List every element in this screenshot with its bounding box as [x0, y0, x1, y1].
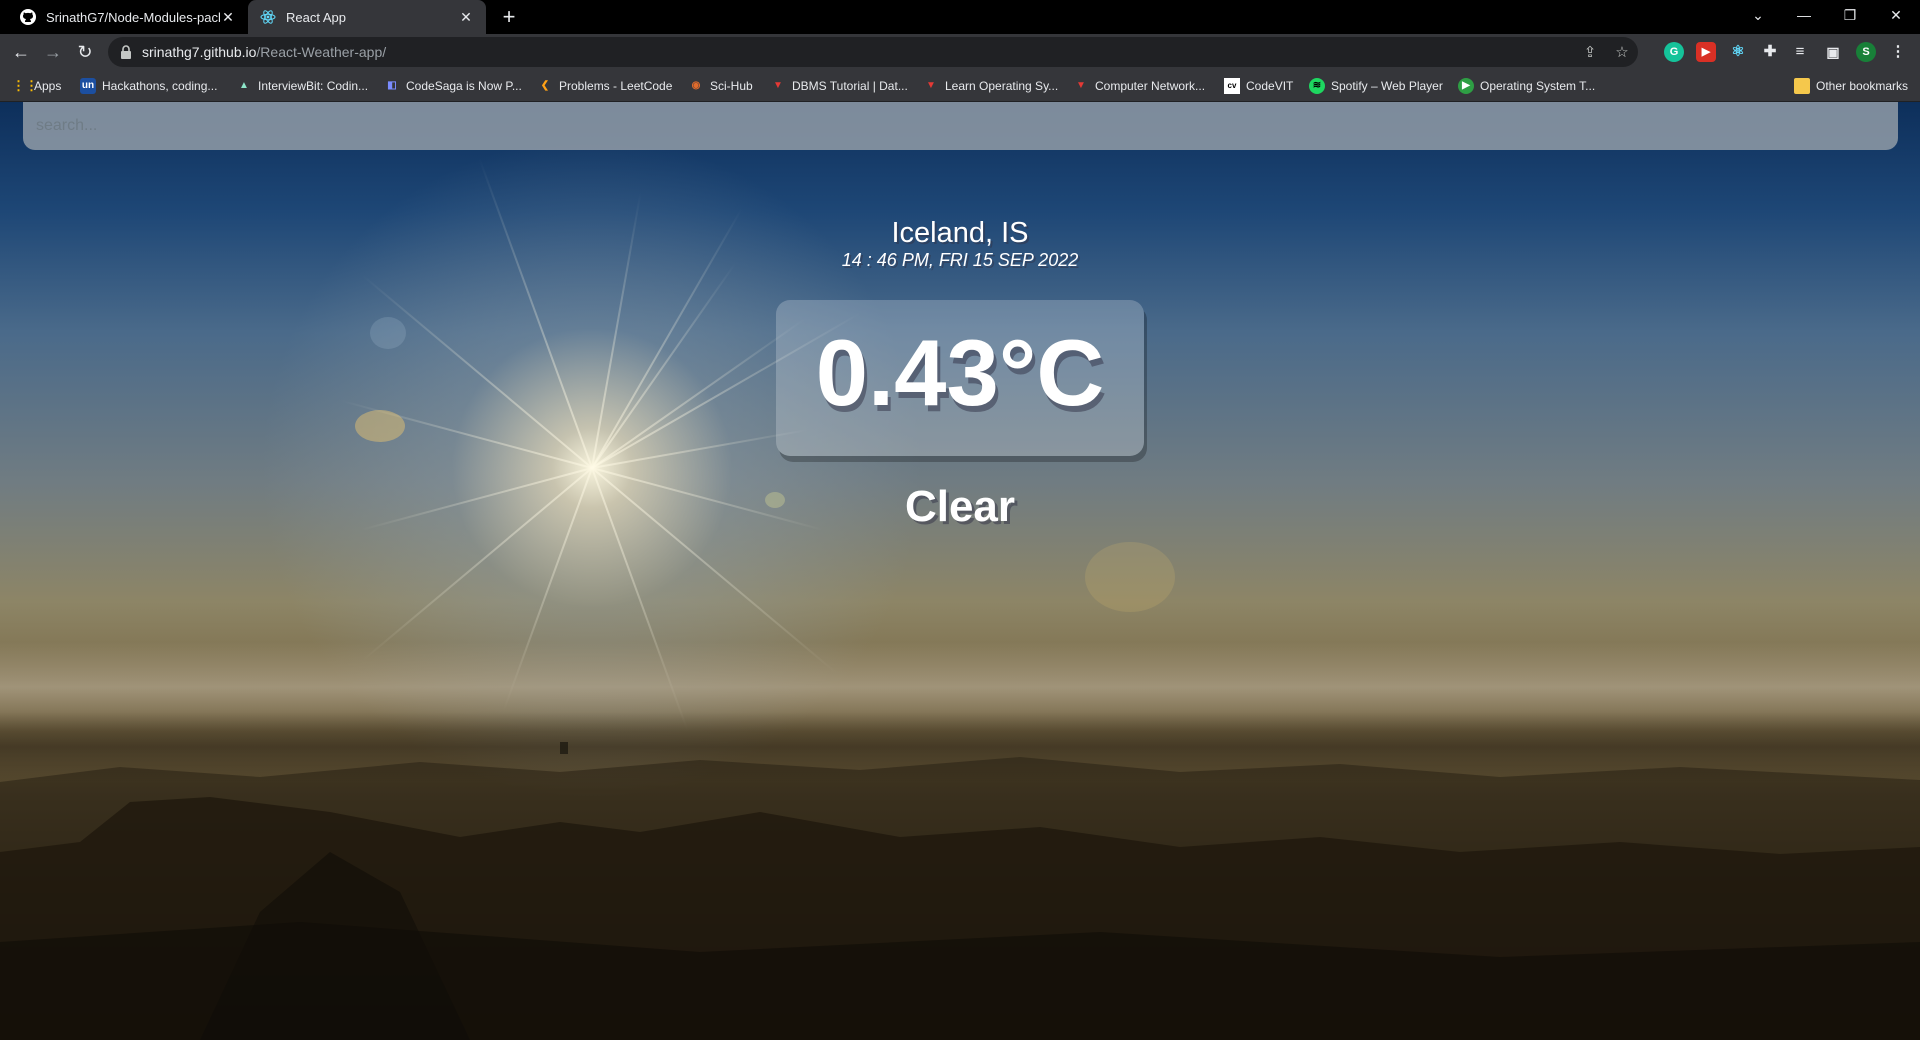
- spotify-icon: ≋: [1309, 78, 1325, 94]
- bookmark-codevit[interactable]: cv CodeVIT: [1224, 70, 1293, 102]
- close-window-icon[interactable]: ✕: [1873, 0, 1919, 34]
- weather-condition: Clear: [904, 482, 1016, 531]
- menu-kebab-icon[interactable]: ⋮: [1888, 42, 1908, 62]
- bookmark-spotify[interactable]: ≋ Spotify – Web Player: [1309, 70, 1443, 102]
- share-icon[interactable]: ⇪: [1574, 43, 1606, 61]
- bookmark-label: CodeSaga is Now P...: [406, 79, 522, 93]
- tab-search-icon[interactable]: ⌄: [1735, 0, 1781, 34]
- bookmark-label: Operating System T...: [1480, 79, 1596, 93]
- back-icon[interactable]: ←: [9, 40, 33, 64]
- url-path: /React-Weather-app/: [256, 44, 387, 60]
- tutorial-icon: ▼: [773, 80, 783, 91]
- bookmark-label: CodeVIT: [1246, 79, 1294, 93]
- scihub-icon: ◉: [691, 80, 701, 91]
- bookmark-scihub[interactable]: ◉ Sci-Hub: [688, 70, 753, 102]
- bookmark-label: Learn Operating Sy...: [945, 79, 1059, 93]
- restore-icon[interactable]: ❐: [1827, 0, 1873, 34]
- tab-strip: SrinathG7/Node-Modules-packa ✕ React App…: [0, 0, 1920, 34]
- bookmark-os[interactable]: ▼ Learn Operating Sy...: [923, 70, 1058, 102]
- tab-github[interactable]: SrinathG7/Node-Modules-packa ✕: [8, 0, 248, 34]
- bookmark-label: Spotify – Web Player: [1331, 79, 1443, 93]
- tutorial-icon: ▼: [926, 80, 936, 91]
- other-bookmarks[interactable]: Other bookmarks: [1794, 70, 1908, 102]
- lock-icon: [121, 45, 131, 59]
- bookmarks-bar: ⋮⋮ Apps un Hackathons, coding... ▲ Inter…: [0, 70, 1920, 102]
- tab-title: React App: [286, 9, 346, 25]
- grammarly-icon[interactable]: G: [1664, 42, 1684, 62]
- date-time: 14 : 46 PM, FRI 15 SEP 2022: [841, 250, 1079, 270]
- bookmark-codesaga[interactable]: ◧ CodeSaga is Now P...: [384, 70, 522, 102]
- lens-flare: [370, 317, 406, 349]
- bookmark-apps[interactable]: ⋮⋮ Apps: [12, 70, 61, 102]
- bookmark-label: Other bookmarks: [1816, 79, 1909, 93]
- village-silhouette: [0, 742, 1920, 1040]
- temperature-card: 0.43°C: [776, 300, 1144, 456]
- bookmark-dbms[interactable]: ▼ DBMS Tutorial | Dat...: [770, 70, 908, 102]
- github-icon: [20, 9, 36, 25]
- tab-react-app[interactable]: React App ✕: [248, 0, 486, 34]
- temperature-value: 0.43°C: [815, 320, 1105, 425]
- browser-toolbar: ← → ↻ srinathg7.github.io /React-Weather…: [0, 34, 1920, 70]
- interviewbit-icon: ▲: [239, 80, 249, 91]
- extension-red-icon[interactable]: ▶: [1696, 42, 1716, 62]
- extensions-puzzle-icon[interactable]: ✚: [1760, 42, 1780, 62]
- tab-close-icon[interactable]: ✕: [220, 9, 236, 26]
- bookmark-label: DBMS Tutorial | Dat...: [792, 79, 908, 93]
- codesaga-icon: ◧: [387, 80, 397, 91]
- side-panel-icon[interactable]: ▣: [1823, 42, 1843, 62]
- bookmark-label: Sci-Hub: [710, 79, 753, 93]
- lens-flare: [355, 410, 405, 442]
- tab-title: SrinathG7/Node-Modules-packa: [46, 9, 220, 25]
- bookmark-label: Problems - LeetCode: [559, 79, 673, 93]
- bookmark-os-tutorial[interactable]: ▶ Operating System T...: [1458, 70, 1595, 102]
- minimize-icon[interactable]: —: [1781, 0, 1827, 34]
- folder-icon: [1794, 78, 1810, 94]
- reading-list-icon[interactable]: ≡: [1790, 42, 1810, 62]
- lens-flare: [1085, 542, 1175, 612]
- tab-close-icon[interactable]: ✕: [458, 9, 474, 26]
- search-input[interactable]: [23, 102, 1898, 150]
- tutorial-icon: ▼: [1076, 80, 1086, 91]
- bookmark-hackathons[interactable]: un Hackathons, coding...: [80, 70, 217, 102]
- location-title: Iceland, IS: [891, 217, 1029, 249]
- bookmark-leetcode[interactable]: ❮ Problems - LeetCode: [537, 70, 673, 102]
- url-host: srinathg7.github.io: [142, 44, 257, 60]
- new-tab-button[interactable]: +: [496, 5, 522, 29]
- leetcode-icon: ❮: [540, 80, 550, 91]
- bookmark-label: Computer Network...: [1095, 79, 1206, 93]
- bookmark-label: Apps: [34, 79, 62, 93]
- bookmark-label: Hackathons, coding...: [102, 79, 218, 93]
- weather-app: Iceland, IS 14 : 46 PM, FRI 15 SEP 2022 …: [0, 102, 1920, 1040]
- apps-grid-icon: ⋮⋮: [12, 78, 38, 93]
- os-icon: ▶: [1458, 78, 1474, 94]
- bookmark-label: InterviewBit: Codin...: [258, 79, 369, 93]
- forward-icon[interactable]: →: [41, 40, 65, 64]
- bookmark-interviewbit[interactable]: ▲ InterviewBit: Codin...: [236, 70, 368, 102]
- bookmark-star-icon[interactable]: ☆: [1606, 43, 1638, 61]
- bookmark-networks[interactable]: ▼ Computer Network...: [1073, 70, 1205, 102]
- react-devtools-icon[interactable]: ⚛: [1728, 42, 1748, 62]
- react-icon: [260, 10, 276, 24]
- address-bar[interactable]: srinathg7.github.io /React-Weather-app/ …: [108, 37, 1638, 67]
- codevit-icon: cv: [1224, 78, 1240, 94]
- profile-avatar[interactable]: S: [1856, 42, 1876, 62]
- unstop-icon: un: [80, 78, 96, 94]
- reload-icon[interactable]: ↻: [73, 40, 97, 64]
